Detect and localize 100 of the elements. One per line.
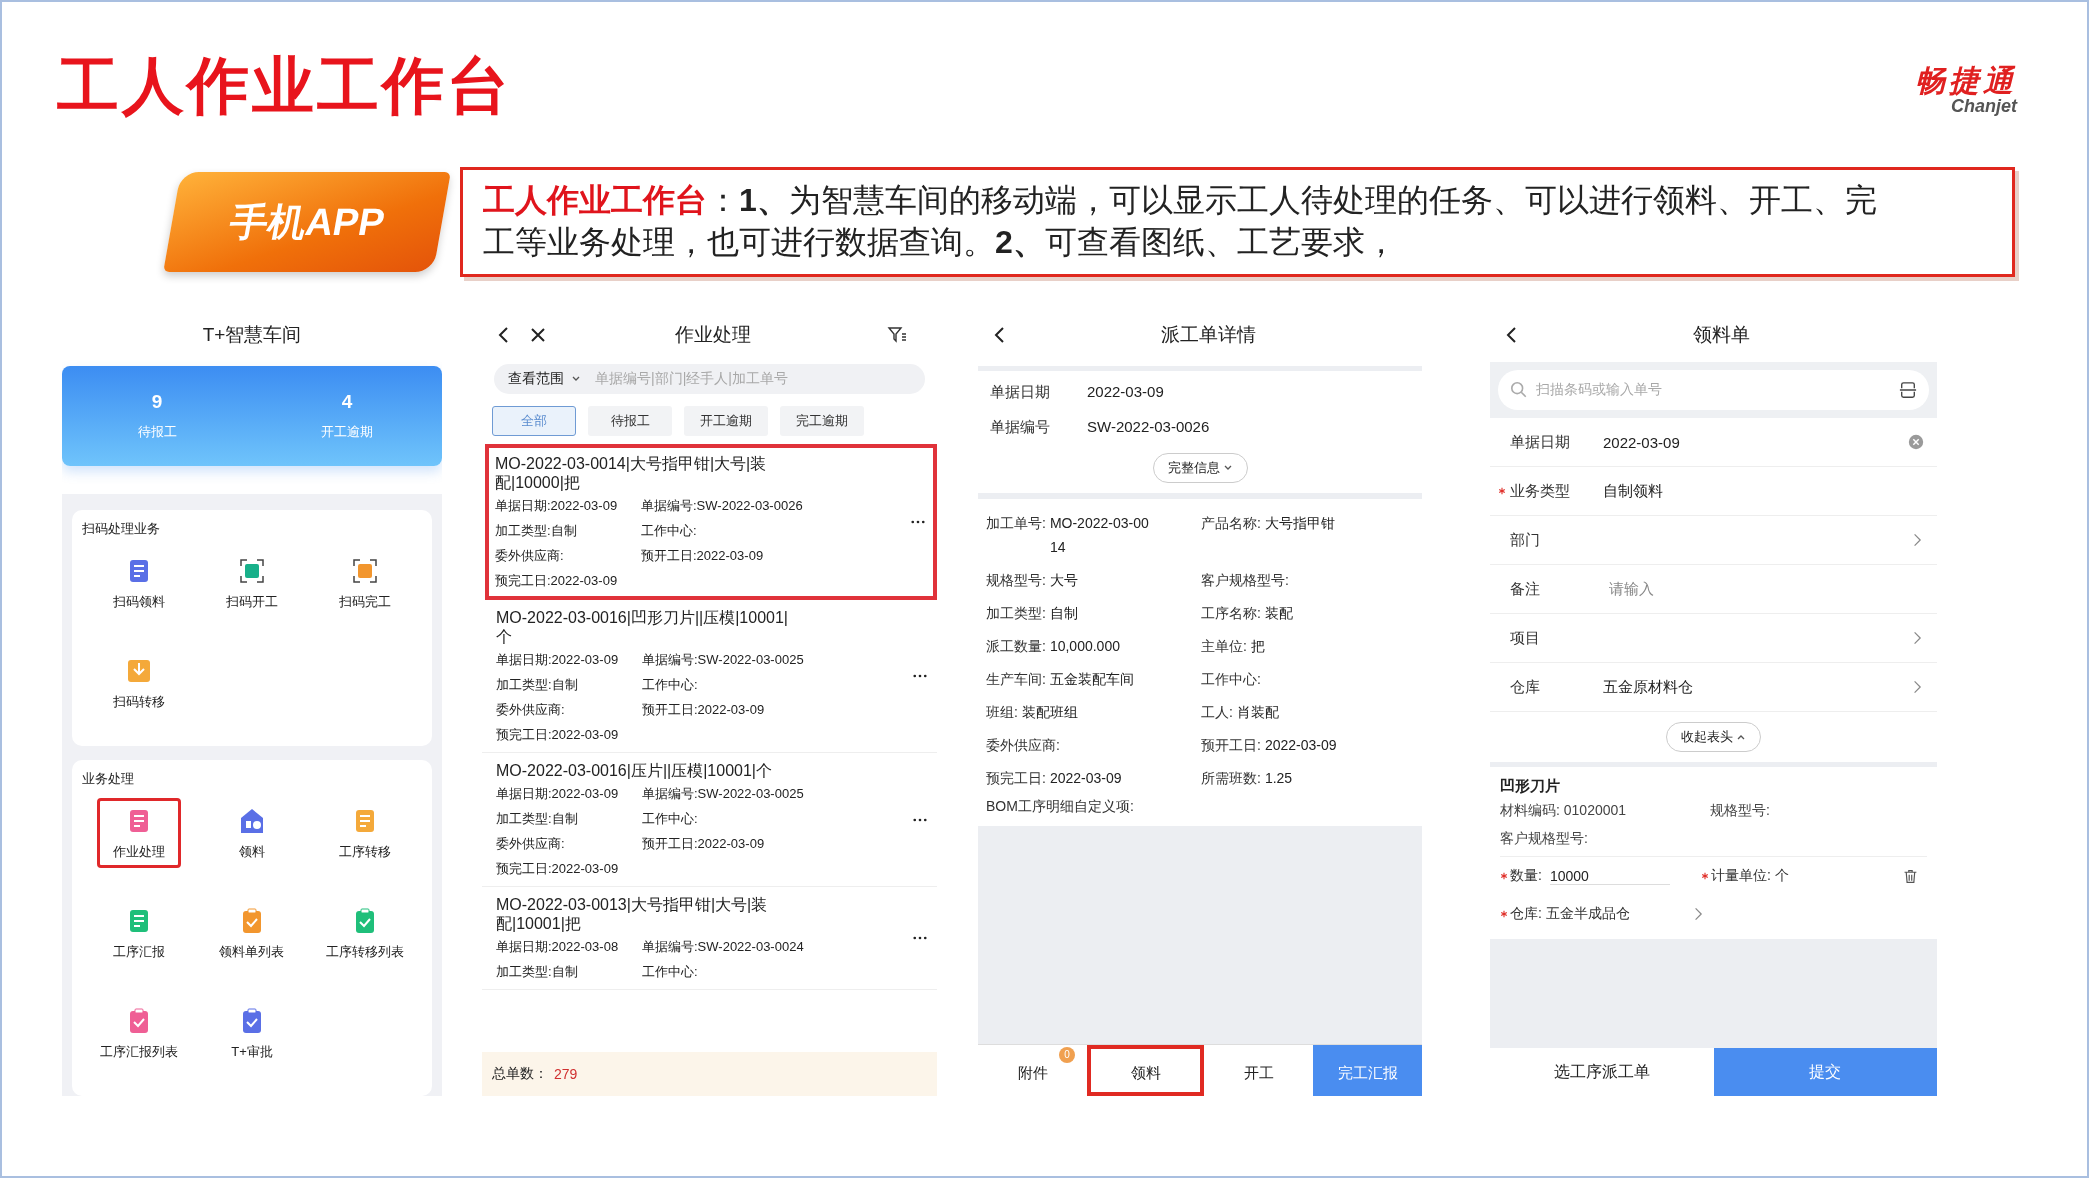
total-count: 279	[554, 1066, 578, 1082]
field-value: 2022-03-09	[1603, 433, 1680, 451]
order-field: 工作中心:	[642, 809, 907, 828]
item-field: 材料编码: 01020001	[1500, 802, 1710, 820]
more-icon[interactable]	[911, 520, 925, 524]
section-title: 业务处理	[82, 770, 135, 788]
app-tile[interactable]: 领料	[210, 798, 294, 868]
more-icon[interactable]	[913, 817, 927, 822]
app-tile[interactable]: 扫码开工	[210, 548, 294, 618]
order-field: 委外供应商:	[496, 834, 642, 853]
field-value: 自制	[1049, 604, 1078, 623]
screen-title: T+智慧车间	[201, 323, 303, 347]
field-value: 肖装配	[1236, 703, 1279, 722]
total-label: 总单数：	[492, 1065, 548, 1083]
order-card[interactable]: MO-2022-03-0013|大号指甲钳|大号|装配|10001|把 单据日期:2022-03-08 单据编号:SW-2022-03-0024 加工类型:自制 工作中心:	[482, 887, 937, 990]
field-value: SW-2022-03-0026	[1087, 418, 1210, 437]
field-value: 装配	[1264, 604, 1293, 623]
field-label: 单据日期	[1510, 432, 1571, 452]
field-label: 仓库	[1510, 677, 1541, 697]
scan-icon[interactable]	[1899, 381, 1917, 399]
order-field: 单据日期:2022-03-08	[496, 937, 642, 956]
order-field: 单据日期:2022-03-09	[496, 784, 642, 803]
logo-wordmark: Chanjet	[1951, 96, 2017, 117]
order-title: MO-2022-03-0014|大号指甲钳|大号|装配|10000|把	[495, 454, 768, 492]
item-field: 规格型号:	[1710, 802, 1927, 820]
field-value: MO-2022-03-0014	[1049, 514, 1150, 557]
more-icon[interactable]	[913, 674, 927, 678]
field-value: 2022-03-09	[1087, 383, 1164, 402]
order-field: 单据日期:2022-03-09	[495, 496, 641, 515]
field-label: 工人:	[1201, 703, 1233, 722]
action-button[interactable]: 领料	[1087, 1045, 1204, 1096]
order-field: 加工类型:自制	[495, 521, 641, 540]
app-tile[interactable]: T+审批	[210, 998, 294, 1068]
field-label: 生产车间:	[986, 670, 1046, 689]
order-card[interactable]: MO-2022-03-0016|压片||压模|10001|个 单据日期:2022-03-09 单据编号:SW-2022-03-0025 加工类型:自制 工作中心: 委外供应商: 预开工日:2022-03-09 预完工日:2022-03-09	[482, 753, 937, 887]
order-field: 委外供应商:	[495, 546, 641, 565]
logo-name: 畅捷通	[1915, 66, 2017, 96]
trash-icon[interactable]	[1902, 867, 1919, 885]
app-tile[interactable]: 扫码转移	[96, 648, 181, 718]
quantity-field[interactable]: 10000	[1549, 867, 1670, 885]
field-value: 把	[1250, 637, 1265, 656]
expand-button[interactable]: 完整信息	[1152, 453, 1248, 483]
order-field: 单据编号:SW-2022-03-0024	[642, 937, 907, 956]
search-field[interactable]: 查看范围 单据编号|部门|经手人|加工单号	[494, 364, 925, 394]
order-field: 单据编号:SW-2022-03-0025	[642, 650, 907, 669]
stat-value: 9	[151, 391, 163, 413]
field-label: 客户规格型号:	[1201, 571, 1289, 590]
field-value: 大号指甲钳	[1264, 514, 1335, 533]
order-field: 加工类型:自制	[496, 809, 642, 828]
filter-tab[interactable]: 待报工	[588, 406, 672, 436]
order-field: 委外供应商:	[496, 700, 642, 719]
field-value: 10,000.000	[1049, 637, 1120, 656]
order-field: 单据编号:SW-2022-03-0025	[642, 784, 907, 803]
field-label: 产品名称:	[1201, 514, 1261, 533]
app-tile[interactable]: 工序汇报列表	[96, 998, 181, 1068]
app-tile[interactable]: 扫码领料	[96, 548, 181, 618]
collapse-button[interactable]: 收起表头	[1666, 722, 1761, 752]
field-value: 自制领料	[1603, 481, 1663, 501]
search-icon	[1510, 381, 1528, 399]
order-card[interactable]: MO-2022-03-0014|大号指甲钳|大号|装配|10000|把 单据日期:2022-03-09 单据编号:SW-2022-03-0026 加工类型:自制 工作中心: 委外供应商: 预开工日:2022-03-09 预完工日:2022-03-09	[485, 444, 937, 600]
order-field: 预完工日:2022-03-09	[495, 571, 641, 590]
field-label: BOM工序明细自定义项:	[986, 798, 1135, 816]
field-label: 项目	[1510, 628, 1541, 648]
filter-tab[interactable]: 完工逾期	[780, 406, 864, 436]
field-value: 装配班组	[1021, 703, 1078, 722]
order-field: 工作中心:	[642, 962, 907, 981]
field-value: 1.25	[1264, 769, 1293, 788]
field-value: 五金原材料仓	[1603, 677, 1693, 697]
clear-icon[interactable]	[1907, 433, 1925, 451]
app-tile[interactable]: 工序转移	[323, 798, 408, 868]
section-title: 扫码处理业务	[82, 520, 161, 538]
order-field: 预开工日:2022-03-09	[642, 700, 907, 719]
field-label: 加工单号:	[986, 514, 1046, 533]
house-icon	[238, 807, 266, 835]
field-label: 派工数量:	[986, 637, 1046, 656]
stat-label: 待报工	[137, 423, 177, 441]
stat-label: 开工逾期	[321, 423, 373, 441]
app-tile[interactable]: 工序转移列表	[323, 898, 408, 968]
app-tile[interactable]: 工序汇报	[96, 898, 181, 968]
order-field: 工作中心:	[641, 521, 905, 540]
order-card[interactable]: MO-2022-03-0016|凹形刀片||压模|10001|个 单据日期:2022-03-09 单据编号:SW-2022-03-0025 加工类型:自制 工作中心: 委外供应商: 预开工日:2022-03-09 预完工日:2022-03-09	[482, 600, 937, 753]
app-tile[interactable]: 领料单列表	[210, 898, 294, 968]
order-field: 预完工日:2022-03-09	[496, 859, 642, 878]
more-icon[interactable]	[913, 936, 927, 940]
field-label: 加工类型:	[986, 604, 1046, 623]
scan-icon	[238, 557, 266, 585]
order-field: 工作中心:	[642, 675, 907, 694]
app-tile[interactable]: 扫码完工	[323, 548, 408, 618]
filter-icon[interactable]	[887, 325, 907, 345]
field-label: 部门	[1510, 530, 1541, 550]
field-value: 仓库: 五金半成品仓	[1510, 905, 1630, 923]
field-value: 2022-03-09	[1264, 736, 1337, 755]
filter-tab[interactable]: 开工逾期	[684, 406, 768, 436]
stat-value: 4	[341, 391, 353, 413]
input-field[interactable]: 请输入	[1603, 579, 1654, 599]
order-field: 单据编号:SW-2022-03-0026	[641, 496, 905, 515]
ribbon-label: 手机APP	[163, 172, 451, 272]
scan-icon	[351, 557, 380, 585]
app-tile[interactable]: 作业处理	[96, 798, 181, 868]
field-label: 班组:	[986, 703, 1018, 722]
